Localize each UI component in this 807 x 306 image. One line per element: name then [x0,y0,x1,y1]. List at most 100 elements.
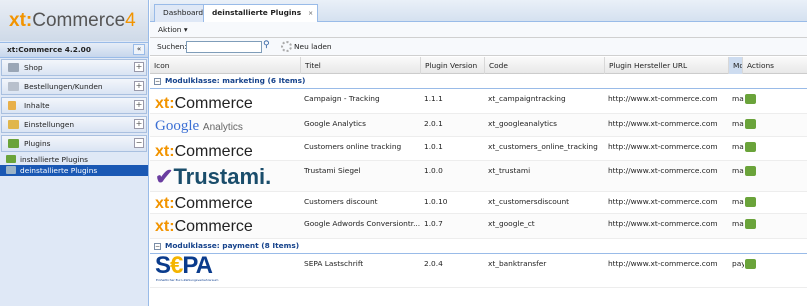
plugin-module: mar [732,197,744,206]
install-plugin-icon[interactable] [745,197,756,207]
plugin-code: xt_banktransfer [488,259,547,268]
group-header-marketing[interactable]: − Modulklasse: marketing (6 Items) [150,74,807,89]
search-label: Suchen: [157,42,187,51]
google-analytics-logo: Google Analytics [155,118,243,134]
table-row[interactable]: xt:Commerce Google Adwords Conversiontr.… [150,214,807,239]
sidebar-item-label: Einstellungen [24,120,75,129]
plugin-version: 1.0.10 [424,197,448,206]
sidebar: xt:Commerce4 xt:Commerce 4.2.00 « Shop +… [0,0,149,306]
install-plugin-icon[interactable] [745,259,756,269]
column-header-version[interactable]: Plugin Version [420,57,484,74]
plugin-url: http://www.xt-commerce.com [608,197,718,206]
plugin-url: http://www.xt-commerce.com [608,259,718,268]
plugin-code: xt_customersdiscount [488,197,570,206]
install-plugin-icon[interactable] [745,166,756,176]
plugin-code: xt_trustami [488,166,531,175]
sidebar-title: xt:Commerce 4.2.00 [7,45,91,54]
table-row[interactable]: xt:Commerce Customers discount 1.0.10 xt… [150,192,807,214]
column-header-actions[interactable]: Actions [742,57,807,74]
close-icon[interactable]: × [308,6,313,22]
sidebar-item-plugins[interactable]: Plugins − [1,135,147,152]
plugin-module: mar [732,166,744,175]
column-header-url[interactable]: Plugin Hersteller URL [604,57,728,74]
column-header-title[interactable]: Titel [300,57,420,74]
sidebar-subitem-uninstalled-plugins[interactable]: deinstallierte Plugins [0,165,148,176]
collapse-icon[interactable]: − [134,138,144,148]
plugin-icon [6,155,16,163]
table-row[interactable]: xt:Commerce Customers online tracking 1.… [150,137,807,161]
sidebar-item-settings[interactable]: Einstellungen + [1,116,147,133]
plugin-code: xt_campaigntracking [488,94,566,103]
xtcommerce-logo: xt:Commerce [155,143,253,160]
plugin-code: xt_google_ct [488,219,535,228]
group-label: Modulklasse: marketing (6 Items) [165,76,306,85]
plugins-icon [8,139,19,148]
sidebar-item-orders-customers[interactable]: Bestellungen/Kunden + [1,78,147,95]
install-plugin-icon[interactable] [745,142,756,152]
expand-icon[interactable]: + [134,62,144,72]
search-icon[interactable]: ⚲ [263,40,274,52]
plugin-url: http://www.xt-commerce.com [608,219,718,228]
orders-icon [8,82,19,91]
tab-uninstalled-plugins[interactable]: deinstallierte Plugins × [203,4,319,22]
sidebar-item-label: Shop [24,63,43,72]
table-row[interactable]: xt:Commerce Campaign - Tracking 1.1.1 xt… [150,89,807,114]
tab-label: Dashboard [163,8,204,17]
plugin-url: http://www.xt-commerce.com [608,94,718,103]
plugin-title: SEPA Lastschrift [304,259,364,268]
plugins-grid: Icon Titel Plugin Version Code Plugin He… [150,57,807,288]
collapse-icon[interactable]: − [154,78,161,85]
plugin-version: 1.1.1 [424,94,443,103]
shop-icon [8,63,19,72]
plugin-title: Google Adwords Conversiontr... [304,219,420,228]
plugin-module: mar [732,142,744,151]
plugin-url: http://www.xt-commerce.com [608,119,718,128]
sidebar-item-label: Bestellungen/Kunden [24,82,103,91]
sidebar-item-label: Inhalte [24,101,50,110]
expand-icon[interactable]: + [134,100,144,110]
table-row[interactable]: S€PA Einheitlicher Euro-Zahlungsverkehrs… [150,254,807,288]
column-header-icon[interactable]: Icon [150,57,300,74]
install-plugin-icon[interactable] [745,119,756,129]
action-menu[interactable]: Aktion ▾ [150,22,807,38]
plugin-icon [6,166,16,174]
grid-header: Icon Titel Plugin Version Code Plugin He… [150,57,807,74]
table-row[interactable]: ✔Trustami. Trustami Siegel 1.0.0 xt_trus… [150,161,807,192]
search-input[interactable] [186,41,262,53]
plugin-code: xt_customers_online_tracking [488,142,598,151]
sidebar-header: xt:Commerce 4.2.00 « [0,42,148,58]
sepa-logo: S€PA [155,252,213,279]
toolbar: Suchen: ⚲ Neu laden [150,38,807,56]
settings-icon [8,120,19,129]
sidebar-subitem-label: deinstallierte Plugins [20,166,98,175]
plugin-title: Google Analytics [304,119,366,128]
app-logo: xt:Commerce4 [0,0,148,41]
column-header-mod[interactable]: Mod [728,57,742,74]
plugin-title: Campaign - Tracking [304,94,380,103]
plugin-title: Customers online tracking [304,142,402,151]
plugin-version: 2.0.1 [424,119,443,128]
sidebar-item-content[interactable]: Inhalte + [1,97,147,114]
plugin-module: mar [732,219,744,228]
column-header-code[interactable]: Code [484,57,604,74]
plugin-title: Customers discount [304,197,378,206]
collapse-sidebar-button[interactable]: « [133,44,145,55]
plugin-version: 1.0.7 [424,219,443,228]
group-header-payment[interactable]: − Modulklasse: payment (8 Items) [150,239,807,254]
sidebar-item-shop[interactable]: Shop + [1,59,147,76]
table-row[interactable]: Google Analytics Google Analytics 2.0.1 … [150,114,807,137]
plugin-module: mar [732,94,744,103]
sidebar-subitem-label: installierte Plugins [20,155,89,164]
reload-button[interactable]: Neu laden [294,42,332,51]
expand-icon[interactable]: + [134,119,144,129]
main-panel: Dashboard deinstallierte Plugins × Aktio… [150,0,807,306]
collapse-icon[interactable]: − [154,243,161,250]
install-plugin-icon[interactable] [745,94,756,104]
sidebar-subitem-installed-plugins[interactable]: installierte Plugins [0,154,148,165]
reload-icon[interactable] [281,41,292,52]
plugin-version: 1.0.0 [424,166,443,175]
expand-icon[interactable]: + [134,81,144,91]
install-plugin-icon[interactable] [745,219,756,229]
plugin-code: xt_googleanalytics [488,119,558,128]
plugin-title: Trustami Siegel [304,166,361,175]
